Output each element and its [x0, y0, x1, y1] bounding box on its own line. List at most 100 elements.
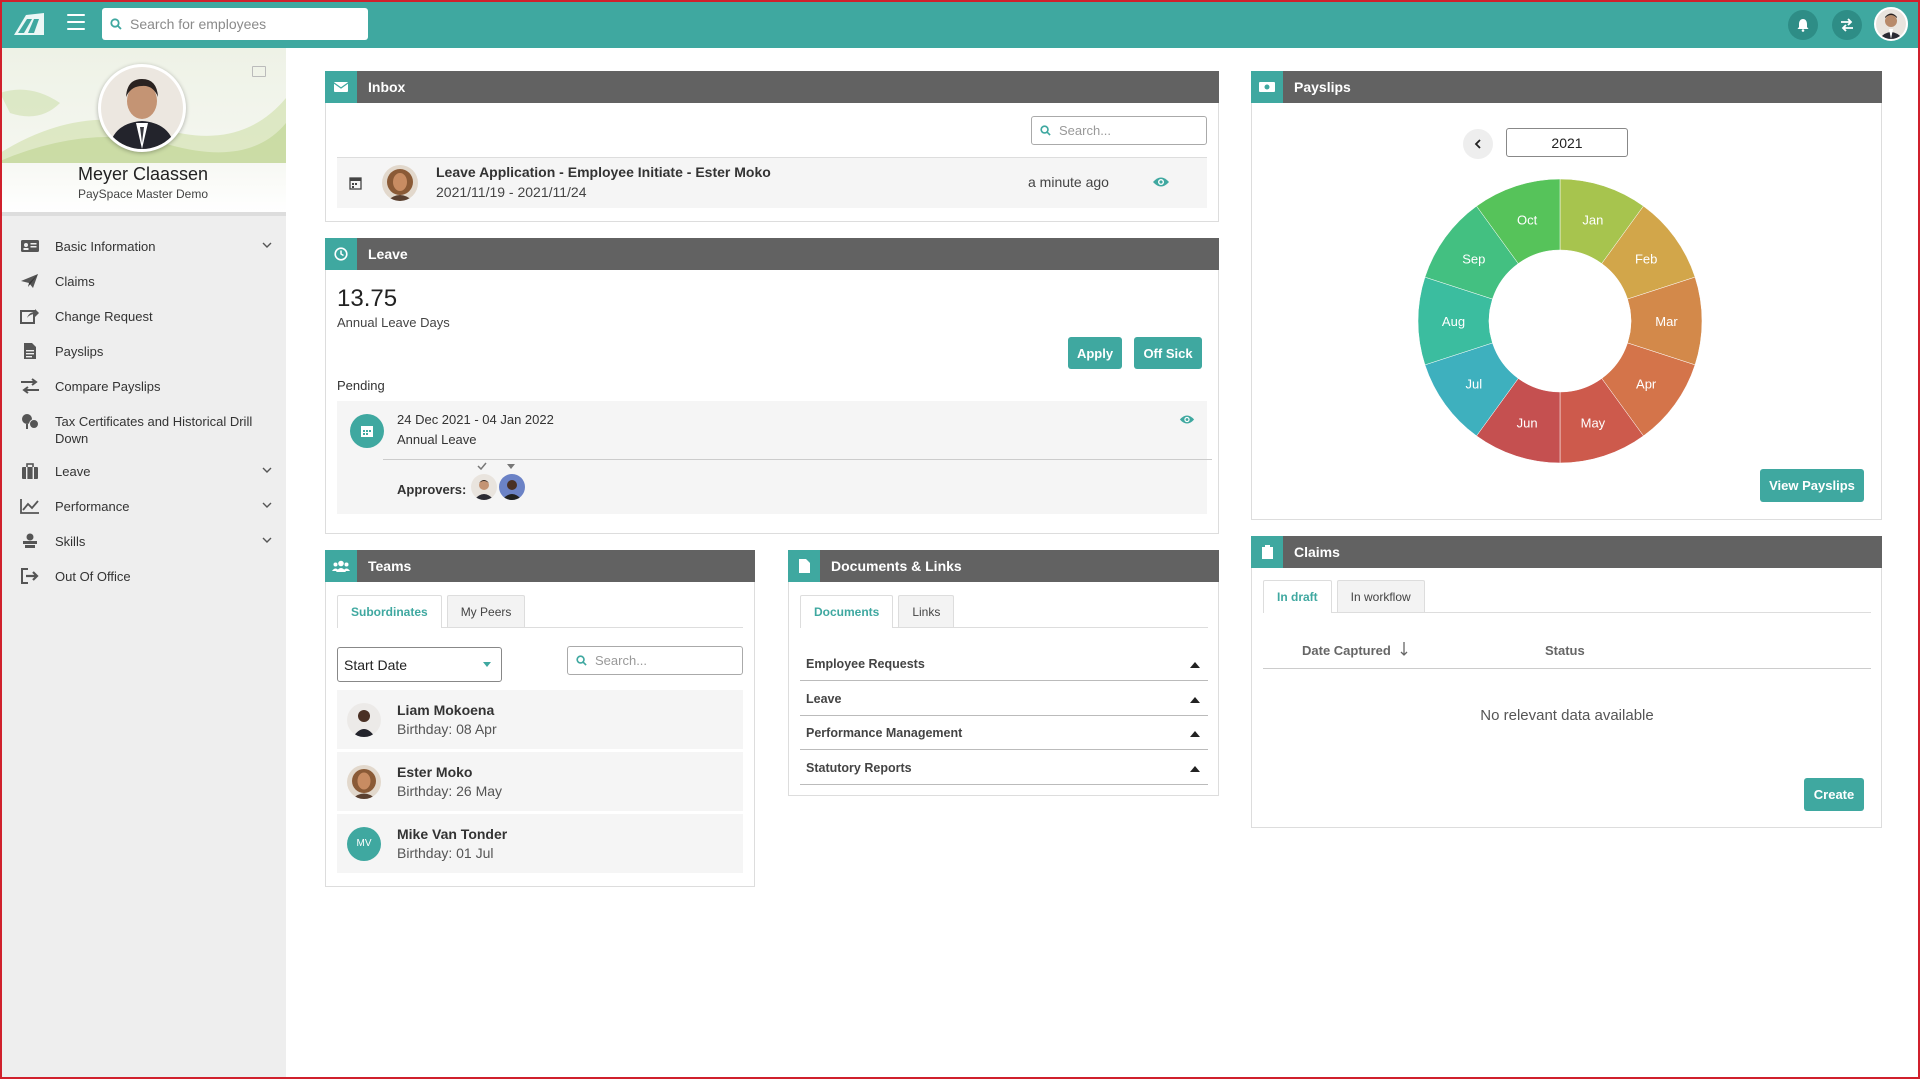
pending-leave-dates: 24 Dec 2021 - 04 Jan 2022 [397, 412, 554, 427]
tab-links[interactable]: Links [898, 595, 955, 627]
member-name: Liam Mokoena [397, 702, 495, 718]
doc-section-label: Performance Management [806, 725, 963, 740]
switch-icon[interactable] [1832, 10, 1862, 40]
caret-down-icon [483, 662, 491, 667]
doc-section-leave[interactable]: Leave [800, 682, 1208, 716]
sidebar-item-label: Compare Payslips [55, 379, 161, 394]
doc-section-label: Employee Requests [806, 656, 925, 671]
sidebar-item-basic-information[interactable]: Basic Information [0, 228, 286, 263]
team-member[interactable]: Ester Moko Birthday: 26 May [337, 752, 743, 811]
member-avatar [347, 702, 381, 737]
menu-toggle-icon[interactable] [67, 14, 85, 30]
check-icon [477, 462, 487, 470]
tab-subordinates[interactable]: Subordinates [337, 595, 442, 628]
sidebar-item-performance[interactable]: Performance [0, 488, 286, 523]
doc-section-performance-management[interactable]: Performance Management [800, 716, 1208, 750]
member-avatar [347, 764, 381, 799]
member-name: Ester Moko [397, 764, 473, 780]
pending-leave-type: Annual Leave [397, 432, 477, 447]
team-search[interactable] [567, 646, 743, 675]
sidebar-item-tax-certificates[interactable]: Tax Certificates and Historical Drill Do… [0, 403, 286, 453]
teams-header: Teams [325, 550, 755, 582]
view-payslips-button[interactable]: View Payslips [1760, 469, 1864, 502]
app-logo-icon[interactable] [12, 11, 46, 37]
payslip-month-label: Jun [1517, 415, 1538, 430]
doc-section-employee-requests[interactable]: Employee Requests [800, 647, 1208, 681]
paper-plane-icon [21, 274, 38, 288]
document-icon [24, 343, 36, 359]
sidebar-item-compare-payslips[interactable]: Compare Payslips [0, 368, 286, 403]
sign-out-icon [21, 568, 39, 584]
inbox-panel: Inbox Leave Application - Employee Initi… [325, 71, 1219, 222]
tab-documents[interactable]: Documents [800, 595, 894, 628]
sidebar-item-skills[interactable]: Skills [0, 523, 286, 558]
payslip-month-label: Sep [1462, 251, 1485, 266]
profile-avatar[interactable] [98, 64, 186, 152]
eye-icon[interactable] [1179, 414, 1195, 425]
approver-avatar[interactable] [471, 474, 497, 500]
envelope-icon [325, 71, 357, 103]
notification-bell-icon[interactable] [1788, 10, 1818, 40]
payslip-month-label: Apr [1636, 377, 1657, 392]
payslip-month-label: Jul [1466, 377, 1483, 392]
inbox-search[interactable] [1031, 116, 1207, 145]
payslip-month-label: May [1581, 415, 1606, 430]
claims-header: Claims [1251, 536, 1882, 568]
sort-down-icon[interactable] [1400, 641, 1408, 657]
chevron-down-icon[interactable] [262, 500, 272, 510]
search-icon [110, 18, 122, 30]
tab-my-peers[interactable]: My Peers [446, 595, 526, 627]
approver-avatar[interactable] [499, 474, 525, 500]
teams-panel: Teams Subordinates My Peers Start Date L… [325, 550, 755, 887]
payslip-month-label: Oct [1517, 213, 1538, 228]
team-member[interactable]: Liam Mokoena Birthday: 08 Apr [337, 690, 743, 749]
chevron-left-icon [1474, 139, 1481, 149]
inbox-item-time: a minute ago [1028, 174, 1109, 190]
column-status[interactable]: Status [1545, 643, 1585, 658]
sidebar-item-leave[interactable]: Leave [0, 453, 286, 488]
employee-search[interactable] [102, 8, 368, 40]
tab-in-workflow[interactable]: In workflow [1336, 580, 1425, 612]
employee-search-input[interactable] [130, 16, 350, 32]
eye-icon[interactable] [1152, 176, 1170, 188]
sidebar-item-out-of-office[interactable]: Out Of Office [0, 558, 286, 593]
card-view-icon[interactable] [252, 66, 266, 77]
member-initials-avatar: MV [347, 826, 381, 861]
clock-icon [325, 238, 357, 270]
doc-section-statutory-reports[interactable]: Statutory Reports [800, 751, 1208, 785]
payslips-header: Payslips [1251, 71, 1882, 103]
search-icon [576, 655, 587, 666]
sidebar-item-label: Payslips [55, 344, 104, 359]
caret-up-icon [1190, 662, 1200, 668]
tab-in-draft[interactable]: In draft [1263, 580, 1332, 613]
team-member[interactable]: MV Mike Van Tonder Birthday: 01 Jul [337, 814, 743, 873]
team-search-input[interactable] [595, 653, 715, 668]
approvers-label: Approvers: [397, 482, 467, 497]
apply-button[interactable]: Apply [1068, 337, 1122, 369]
chevron-down-icon[interactable] [262, 465, 272, 475]
payslip-month-label: Mar [1655, 314, 1678, 329]
inbox-header: Inbox [325, 71, 1219, 103]
inbox-title: Inbox [368, 79, 406, 95]
previous-year-button[interactable] [1463, 129, 1493, 159]
skills-icon [23, 533, 37, 548]
sidebar-item-claims[interactable]: Claims [0, 263, 286, 298]
sidebar-item-payslips[interactable]: Payslips [0, 333, 286, 368]
user-avatar[interactable] [1874, 7, 1908, 41]
off-sick-button[interactable]: Off Sick [1134, 337, 1202, 369]
inbox-item[interactable]: Leave Application - Employee Initiate - … [337, 157, 1207, 208]
sidebar-nav: Basic Information Claims Change Request … [0, 216, 286, 593]
inbox-search-input[interactable] [1059, 123, 1179, 138]
team-sort-value: Start Date [344, 656, 408, 673]
sidebar-item-change-request[interactable]: Change Request [0, 298, 286, 333]
search-icon [1040, 125, 1051, 136]
sidebar-item-label: Basic Information [55, 239, 156, 254]
column-date-captured[interactable]: Date Captured [1302, 643, 1391, 658]
create-claim-button[interactable]: Create [1804, 778, 1864, 811]
year-select[interactable]: 2021 [1506, 128, 1628, 157]
leave-title: Leave [368, 246, 408, 262]
chevron-down-icon[interactable] [262, 535, 272, 545]
team-sort-select[interactable]: Start Date [337, 647, 502, 682]
caret-up-icon [1190, 697, 1200, 703]
chevron-down-icon[interactable] [262, 240, 272, 250]
